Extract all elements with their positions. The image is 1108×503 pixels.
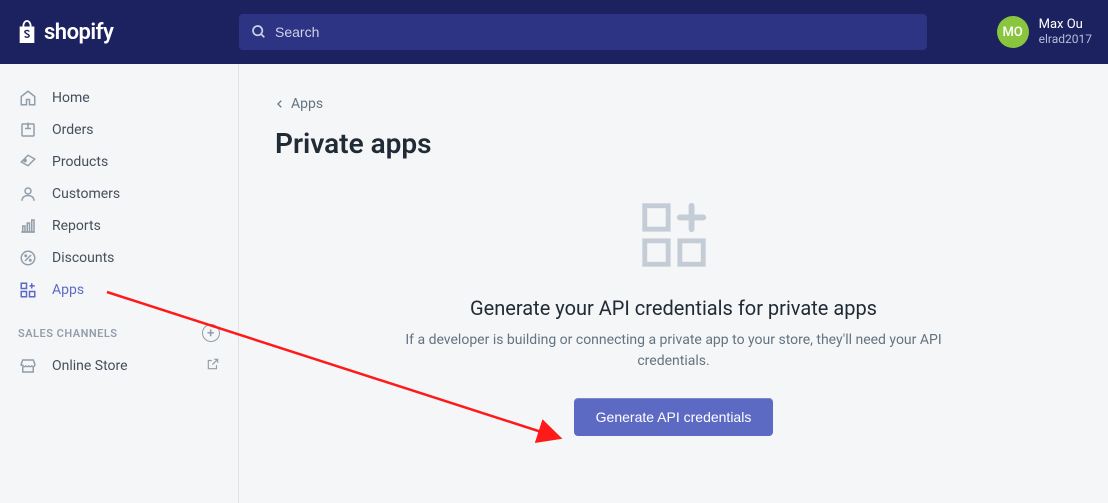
home-icon	[18, 88, 38, 108]
profile-menu[interactable]: MO Max Ou elrad2017	[977, 16, 1092, 48]
add-channel-button[interactable]: +	[202, 324, 220, 342]
apps-grid-icon	[635, 196, 713, 278]
sidebar-item-label: Apps	[52, 282, 84, 298]
chevron-left-icon	[275, 99, 285, 109]
customers-icon	[18, 184, 38, 204]
sidebar-item-home[interactable]: Home	[0, 82, 238, 114]
sidebar-item-apps[interactable]: Apps	[0, 274, 238, 306]
profile-store: elrad2017	[1039, 33, 1092, 46]
generate-credentials-button[interactable]: Generate API credentials	[574, 398, 774, 436]
search-input[interactable]	[275, 24, 915, 40]
page-title: Private apps	[275, 127, 1072, 160]
breadcrumb-label: Apps	[291, 96, 323, 112]
sidebar-item-label: Reports	[52, 218, 101, 234]
discounts-icon	[18, 248, 38, 268]
reports-icon	[18, 216, 38, 236]
topbar: shopify MO Max Ou elrad2017	[0, 0, 1108, 64]
brand-logo[interactable]: shopify	[16, 19, 239, 45]
search-icon	[251, 24, 267, 40]
layout: Home Orders Products Customers Reports	[0, 64, 1108, 503]
sales-channels-label: SALES CHANNELS	[18, 327, 118, 340]
sidebar-item-products[interactable]: Products	[0, 146, 238, 178]
external-link-icon[interactable]	[206, 357, 220, 375]
sidebar-item-label: Home	[52, 90, 90, 106]
main-content: Apps Private apps Generate your API cred…	[239, 64, 1108, 503]
online-store-icon	[18, 356, 38, 376]
apps-icon	[18, 280, 38, 300]
sidebar-item-discounts[interactable]: Discounts	[0, 242, 238, 274]
orders-icon	[18, 120, 38, 140]
products-icon	[18, 152, 38, 172]
sidebar-item-online-store[interactable]: Online Store	[0, 350, 238, 382]
sidebar-item-label: Discounts	[52, 250, 114, 266]
empty-state: Generate your API credentials for privat…	[275, 196, 1072, 436]
profile-text: Max Ou elrad2017	[1039, 18, 1092, 45]
sidebar-item-label: Online Store	[52, 358, 128, 374]
sidebar-section-title: SALES CHANNELS +	[0, 306, 238, 350]
brand-name: shopify	[44, 20, 113, 45]
sidebar-item-reports[interactable]: Reports	[0, 210, 238, 242]
sidebar-item-label: Customers	[52, 186, 120, 202]
profile-name: Max Ou	[1039, 18, 1092, 32]
sidebar-item-customers[interactable]: Customers	[0, 178, 238, 210]
sidebar-item-label: Orders	[52, 122, 94, 138]
breadcrumb[interactable]: Apps	[275, 96, 323, 112]
empty-heading: Generate your API credentials for privat…	[275, 296, 1072, 320]
shopify-bag-icon	[16, 19, 38, 45]
sidebar-item-label: Products	[52, 154, 108, 170]
empty-description: If a developer is building or connecting…	[394, 330, 954, 372]
sidebar: Home Orders Products Customers Reports	[0, 64, 239, 503]
sidebar-item-orders[interactable]: Orders	[0, 114, 238, 146]
search-bar[interactable]	[239, 14, 927, 50]
avatar: MO	[997, 16, 1029, 48]
